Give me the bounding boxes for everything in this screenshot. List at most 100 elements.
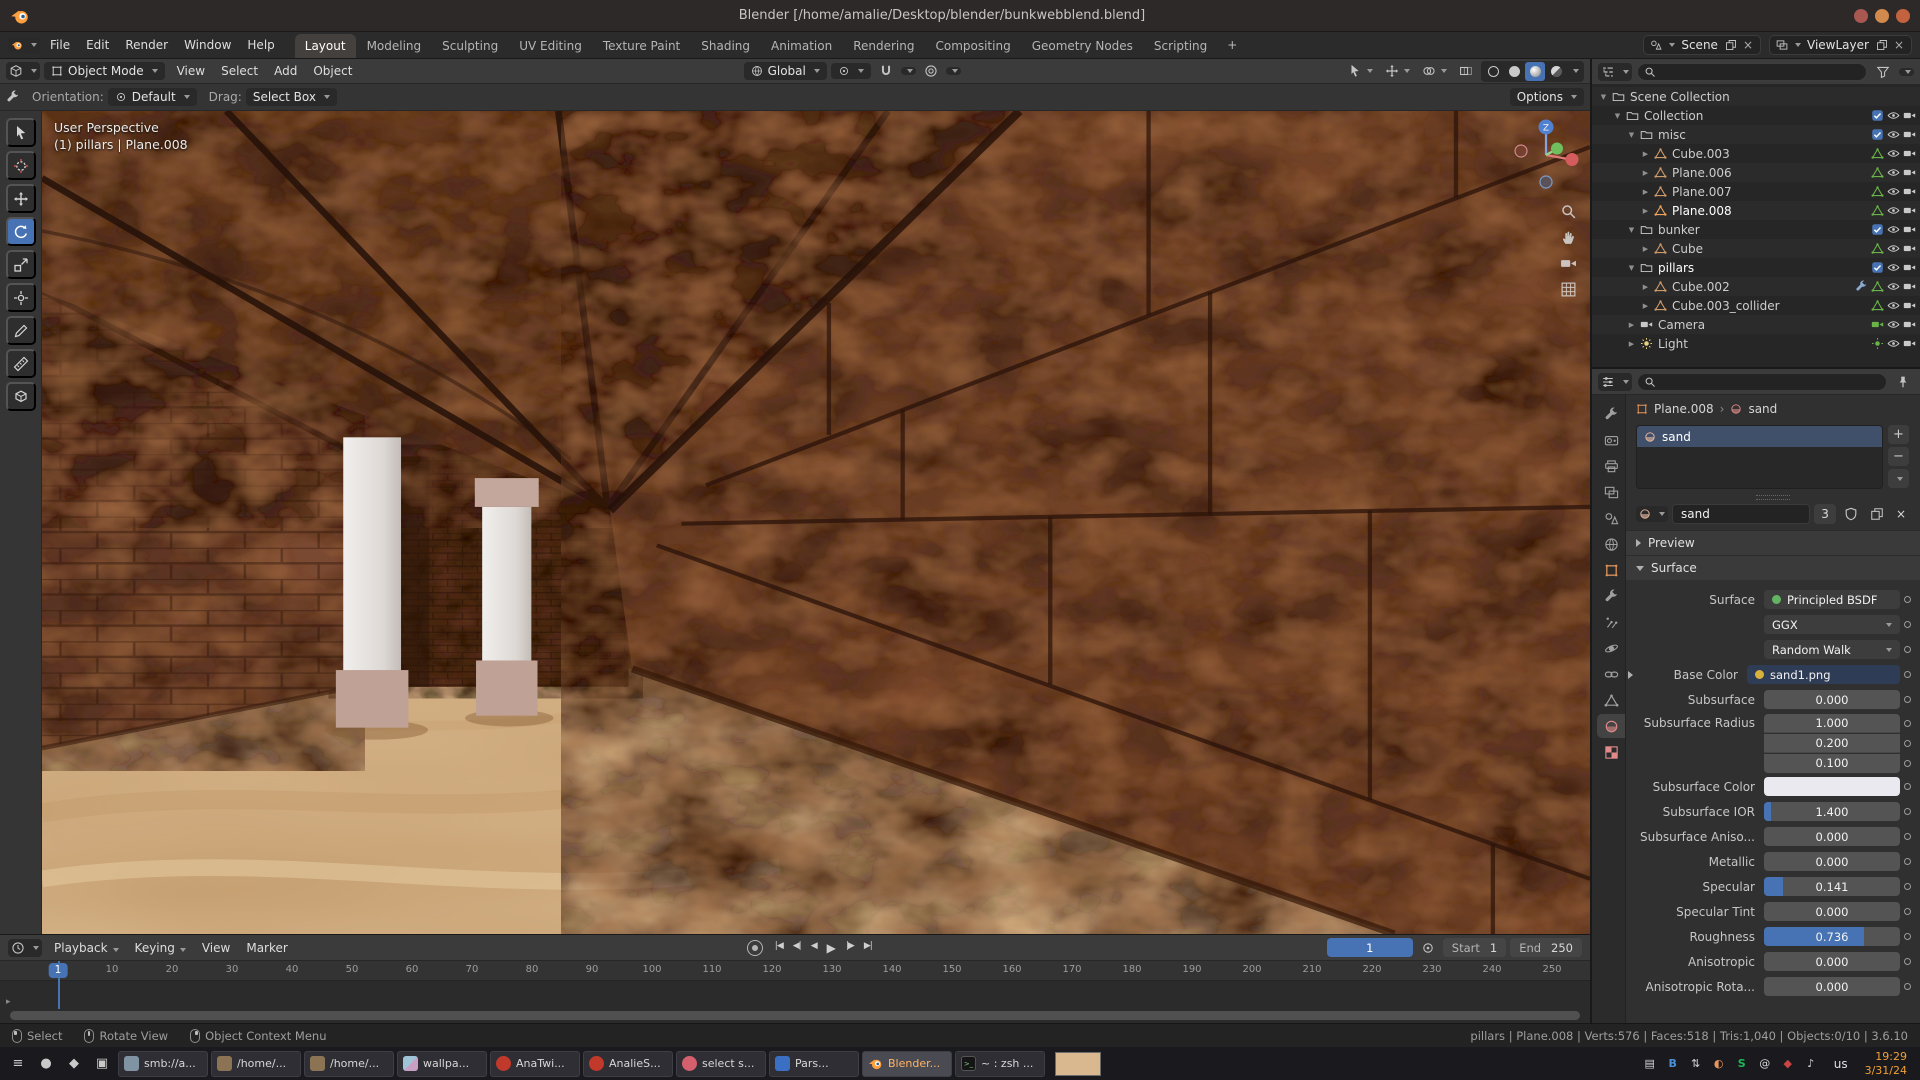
expand-arrow-icon[interactable]: ▼ [1612,112,1623,120]
distribution-dropdown[interactable]: GGX [1764,615,1900,634]
current-frame-field[interactable]: 1 [1327,938,1413,957]
properties-tab[interactable] [1597,662,1625,686]
outliner-row[interactable]: ▶ Cube [1592,239,1920,258]
proportional-editing-toggle[interactable] [920,62,942,80]
launcher-button[interactable]: ◆ [61,1051,87,1077]
add-material-slot-button[interactable]: + [1888,425,1909,444]
property-value-slider[interactable]: 1.400 [1764,802,1900,821]
mode-dropdown[interactable]: Object Mode [44,62,165,80]
properties-tab[interactable] [1597,688,1625,712]
tool-button[interactable] [6,217,36,246]
disable-in-render-toggle[interactable] [1903,299,1916,312]
viewport-menu-item[interactable]: Select [213,61,266,81]
workspace-pager[interactable] [1055,1052,1101,1076]
outliner-item-label[interactable]: pillars [1656,261,1852,275]
expand-arrow-icon[interactable]: ▶ [1640,283,1651,291]
orthographic-toggle-icon[interactable] [1560,281,1577,298]
tool-button[interactable] [6,349,36,378]
property-value-slider[interactable]: 0.000 [1764,977,1900,996]
taskbar-clock[interactable]: 19:29 3/31/24 [1865,1050,1907,1076]
close-button[interactable] [1896,9,1910,23]
keyframe-decorator[interactable] [1900,783,1914,790]
keyframe-decorator[interactable] [1900,596,1914,603]
expand-arrow-icon[interactable]: ▶ [1640,188,1651,196]
shading-wireframe-button[interactable] [1483,62,1503,81]
pivot-point-dropdown[interactable] [831,63,871,79]
fake-user-toggle[interactable] [1840,505,1862,523]
property-value-slider[interactable]: 0.000 [1764,902,1900,921]
disable-in-render-toggle[interactable] [1903,109,1916,122]
outliner-row[interactable]: ▶ Camera [1592,315,1920,334]
keyframe-decorator[interactable] [1900,933,1914,940]
hide-in-viewport-toggle[interactable] [1887,280,1900,293]
outliner-row[interactable]: ▶ Cube.002 [1592,277,1920,296]
transport-button[interactable] [860,939,876,957]
properties-tab[interactable] [1597,714,1625,738]
launcher-button[interactable]: ≡ [5,1051,31,1077]
breadcrumb-material[interactable]: sand [1748,402,1777,416]
property-value-slider[interactable]: 0.100 [1764,754,1900,773]
outliner-item-label[interactable]: Cube.003 [1670,147,1852,161]
properties-tab[interactable] [1597,532,1625,556]
disable-in-render-toggle[interactable] [1903,242,1916,255]
properties-search-input[interactable] [1637,373,1887,391]
property-value-slider[interactable]: 0.141 [1764,877,1900,896]
tray-icon[interactable]: @ [1757,1056,1773,1072]
menubar-item[interactable]: Render [117,35,176,55]
drag-dropdown[interactable]: Select Box [246,88,337,106]
expand-arrow-icon[interactable]: ▼ [1626,131,1637,139]
workspace-tab[interactable]: Geometry Nodes [1022,34,1143,58]
outliner-row[interactable]: ▼ bunker [1592,220,1920,239]
properties-tab[interactable] [1597,636,1625,660]
outliner-item-label[interactable]: bunker [1656,223,1852,237]
resize-grip[interactable] [1626,493,1920,502]
expand-arrow-icon[interactable]: ▶ [1640,169,1651,177]
property-value-slider[interactable]: 0.000 [1764,852,1900,871]
new-viewlayer-button[interactable] [1875,39,1889,51]
pan-hand-icon[interactable] [1560,229,1577,246]
new-scene-button[interactable] [1724,39,1738,51]
zoom-icon[interactable] [1560,203,1577,220]
gizmo-x-axis[interactable] [1566,153,1579,166]
launcher-button[interactable]: ● [33,1051,59,1077]
gizmos-dropdown[interactable] [1381,62,1414,80]
disable-in-render-toggle[interactable] [1903,318,1916,331]
subsurface-method-dropdown[interactable]: Random Walk [1764,640,1900,659]
property-value-slider[interactable]: 0.736 [1764,927,1900,946]
browse-material-button[interactable] [1636,506,1668,522]
property-value-slider[interactable]: 0.000 [1764,690,1900,709]
expand-arrow-icon[interactable] [1628,671,1633,679]
property-value-slider[interactable] [1764,777,1900,796]
gizmo-neg-x-axis[interactable] [1515,145,1527,157]
hide-in-viewport-toggle[interactable] [1887,242,1900,255]
keyframe-decorator[interactable] [1900,696,1914,703]
material-specials-button[interactable] [1888,469,1909,488]
keyframe-decorator[interactable] [1900,646,1914,653]
workspace-tab[interactable]: Rendering [843,34,924,58]
outliner-item-label[interactable]: Plane.007 [1670,185,1852,199]
tray-icon[interactable]: ◆ [1780,1056,1796,1072]
workspace-tab[interactable]: Layout [295,34,356,58]
outliner-row[interactable]: ▶ Plane.008 [1592,201,1920,220]
expand-arrow-icon[interactable]: ▶ [1640,207,1651,215]
transform-orientation-dropdown[interactable]: Global [744,62,827,80]
properties-tab[interactable] [1597,454,1625,478]
properties-editor-type-button[interactable] [1598,373,1632,391]
viewport-menu-item[interactable]: Object [305,61,360,81]
transport-button[interactable] [823,939,840,957]
selectability-visibility-dropdown[interactable] [1344,62,1377,80]
outliner-item-label[interactable]: Scene Collection [1628,90,1852,104]
hide-in-viewport-toggle[interactable] [1887,147,1900,160]
transport-button[interactable] [789,939,805,957]
hide-in-viewport-toggle[interactable] [1887,223,1900,236]
viewport-canvas[interactable]: User Perspective (1) pillars | Plane.008… [42,111,1590,934]
tool-button[interactable] [6,250,36,279]
outliner-item-label[interactable]: Cube.002 [1670,280,1852,294]
disable-in-render-toggle[interactable] [1903,147,1916,160]
timeline-menu-item[interactable]: Keying [127,938,194,958]
tray-icon[interactable]: B [1665,1056,1681,1072]
keyframe-decorator[interactable] [1900,720,1914,727]
tool-button[interactable] [6,151,36,180]
taskbar-window-button[interactable]: AnalieS... [583,1051,673,1077]
menubar-item[interactable]: File [42,35,78,55]
